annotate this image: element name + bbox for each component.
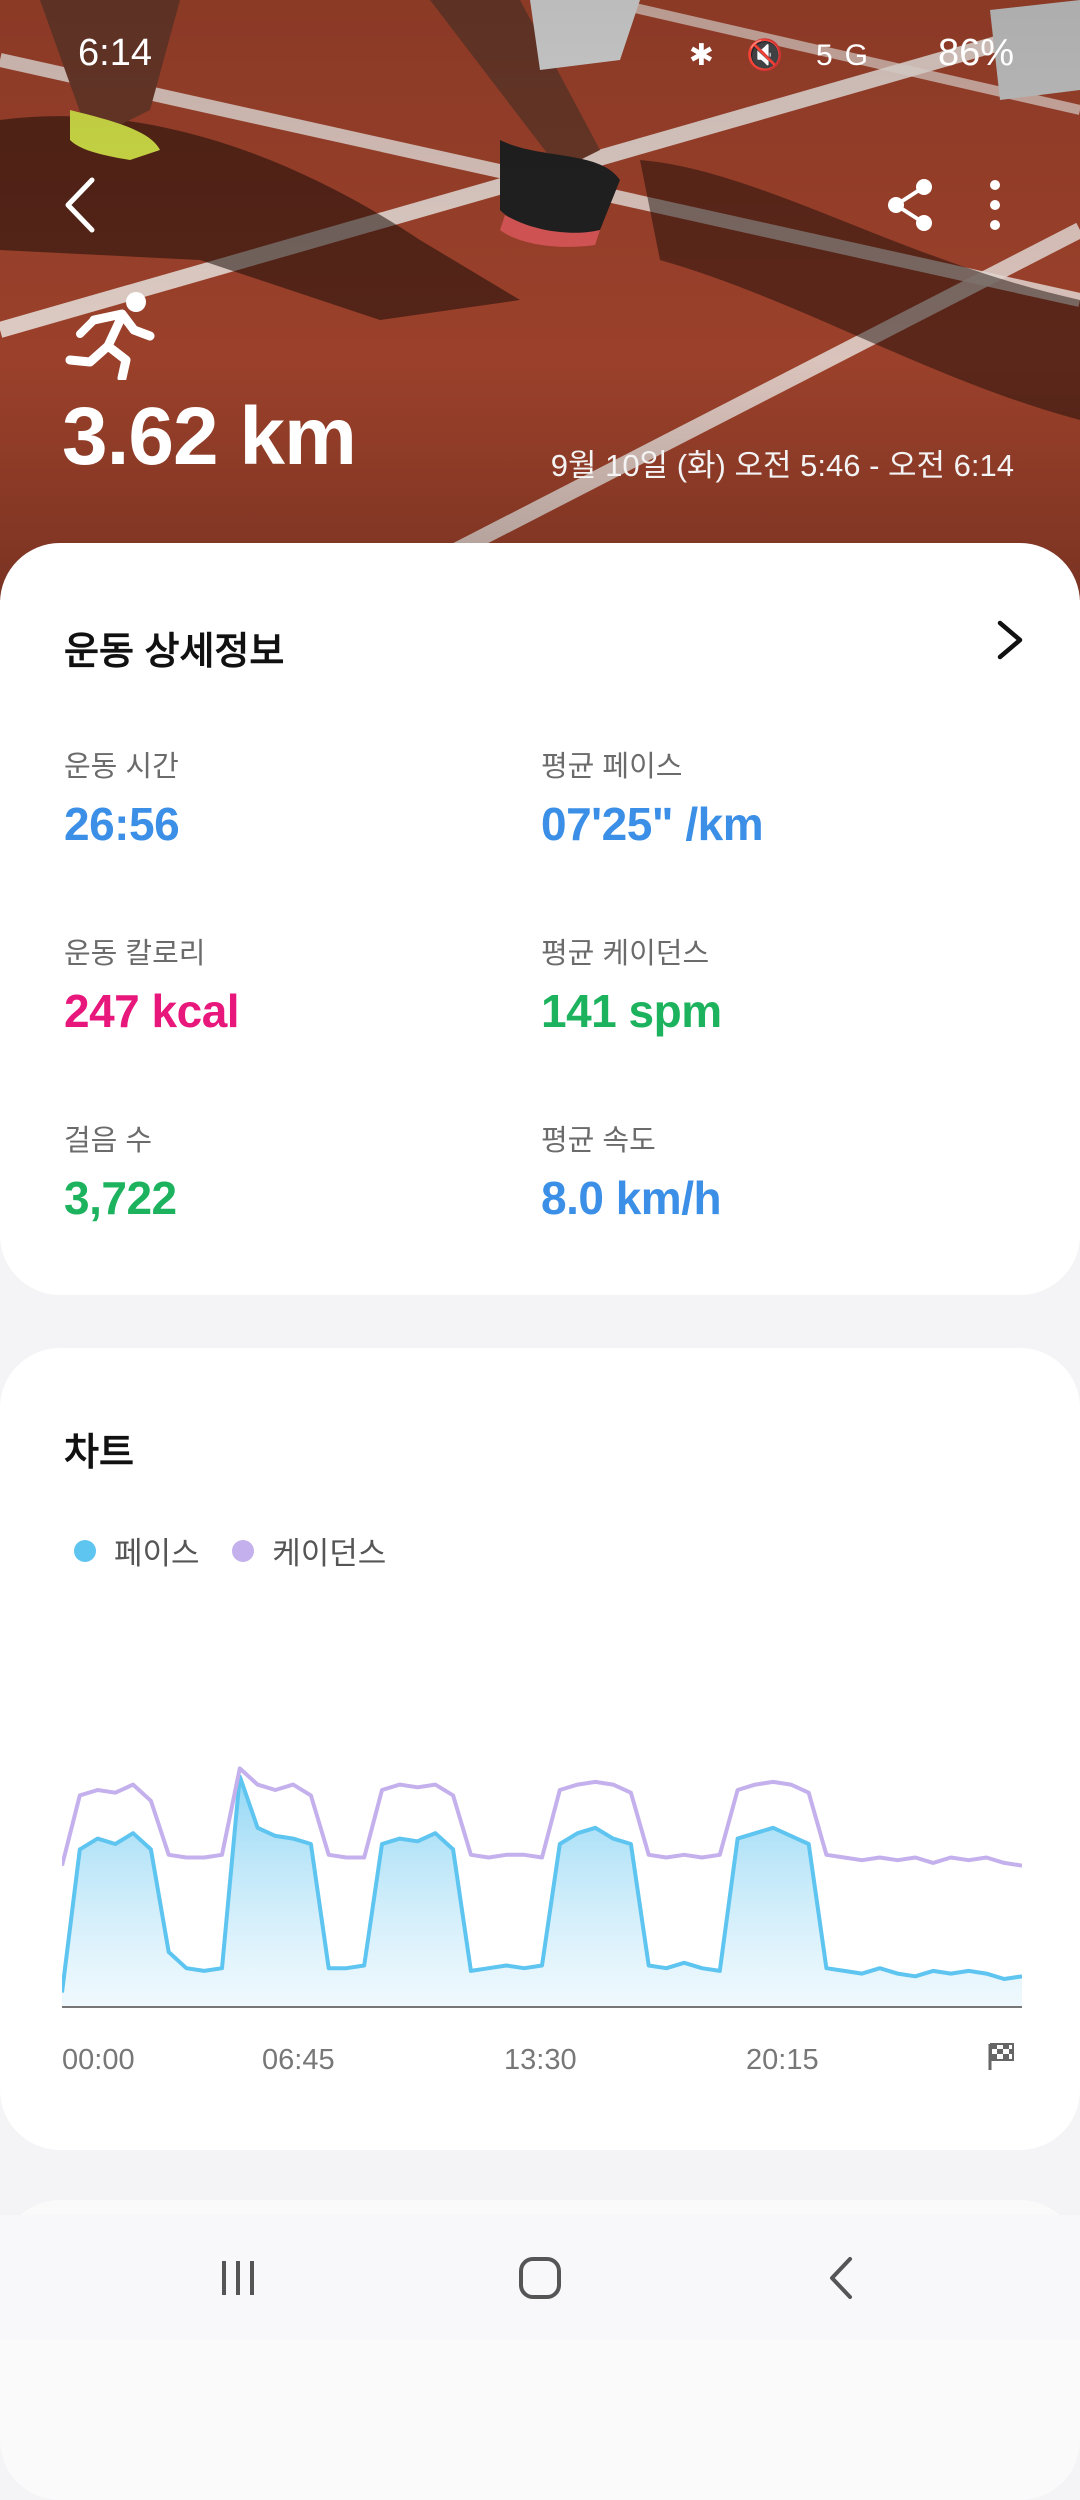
x-tick-label: 06:45 xyxy=(262,2044,335,2076)
chart-legend: 페이스 케이던스 xyxy=(74,1528,410,1573)
pace-series-area xyxy=(62,1776,1022,2008)
legend-label: 페이스 xyxy=(114,1536,200,1571)
metric-steps: 걸음 수 3,722 xyxy=(64,1117,504,1225)
workout-details-card: 운동 상세정보 운동 시간 26:56 평균 페이스 07'25" /km 운동… xyxy=(0,543,1080,1295)
metric-value: 3,722 xyxy=(64,1172,177,1224)
x-tick-label: 20:15 xyxy=(746,2044,819,2076)
legend-item-pace: 페이스 xyxy=(74,1528,200,1573)
back-icon[interactable] xyxy=(50,170,120,240)
x-tick-label: 13:30 xyxy=(504,2044,577,2076)
x-axis-labels: 00:00 06:45 13:30 20:15 xyxy=(62,2044,1022,2084)
metric-value: 247 kcal xyxy=(64,985,240,1037)
battery-level: 86% xyxy=(937,32,1014,74)
metric-label: 운동 시간 xyxy=(64,751,179,783)
chart-title: 차트 xyxy=(64,1432,134,1474)
more-vert-icon[interactable] xyxy=(970,175,1020,235)
workout-chart[interactable] xyxy=(62,1728,1022,2008)
home-icon[interactable] xyxy=(510,2253,570,2303)
details-title: 운동 상세정보 xyxy=(64,631,285,673)
metric-label: 평균 속도 xyxy=(541,1125,656,1157)
finish-flag-icon xyxy=(988,2043,1014,2070)
legend-dot-pace xyxy=(74,1539,96,1562)
metric-calories: 운동 칼로리 247 kcal xyxy=(64,930,504,1038)
status-bar: 6:14 ✱ 🔇 5G 86% xyxy=(0,0,1080,105)
network-type: 5G xyxy=(815,39,880,72)
metric-label: 평균 케이던스 xyxy=(541,938,710,970)
metric-label: 평균 페이스 xyxy=(541,751,683,783)
recent-apps-icon[interactable] xyxy=(208,2253,268,2303)
metric-avg-pace: 평균 페이스 07'25" /km xyxy=(541,743,981,851)
system-navigation-bar xyxy=(0,2215,1080,2340)
cadence-series-line xyxy=(62,1766,1022,1868)
metric-duration: 운동 시간 26:56 xyxy=(64,743,504,851)
metric-value: 07'25" /km xyxy=(541,798,764,850)
chevron-right-icon[interactable] xyxy=(988,615,1032,665)
metric-value: 141 spm xyxy=(541,985,722,1037)
running-icon xyxy=(65,292,155,380)
metric-label: 걸음 수 xyxy=(64,1125,153,1157)
metric-value: 8.0 km/h xyxy=(541,1172,722,1224)
x-tick-label: 00:00 xyxy=(62,2044,135,2076)
pace-series-line xyxy=(62,1774,1022,1993)
status-icons: ✱ 🔇 5G xyxy=(688,39,880,72)
legend-item-cadence: 케이던스 xyxy=(232,1528,386,1573)
metric-value: 26:56 xyxy=(64,798,180,850)
metric-label: 운동 칼로리 xyxy=(64,938,206,970)
legend-label: 케이던스 xyxy=(272,1536,387,1571)
workout-date-range: 9월 10일 (화) 오전 5:46 - 오전 6:14 xyxy=(550,448,1014,483)
share-icon[interactable] xyxy=(880,175,940,235)
status-time: 6:14 xyxy=(78,32,152,74)
legend-dot-cadence xyxy=(232,1539,255,1562)
metric-avg-cadence: 평균 케이던스 141 spm xyxy=(541,930,981,1038)
metric-avg-speed: 평균 속도 8.0 km/h xyxy=(541,1117,981,1225)
chart-card[interactable]: 차트 페이스 케이던스 00:00 06:45 13:30 20:15 xyxy=(0,1348,1080,2150)
hero-banner: 6:14 ✱ 🔇 5G 86% 3.62 km 9월 10일 (화) 오전 5:… xyxy=(0,0,1080,600)
nav-back-icon[interactable] xyxy=(812,2253,872,2303)
workout-distance: 3.62 km xyxy=(62,391,357,482)
